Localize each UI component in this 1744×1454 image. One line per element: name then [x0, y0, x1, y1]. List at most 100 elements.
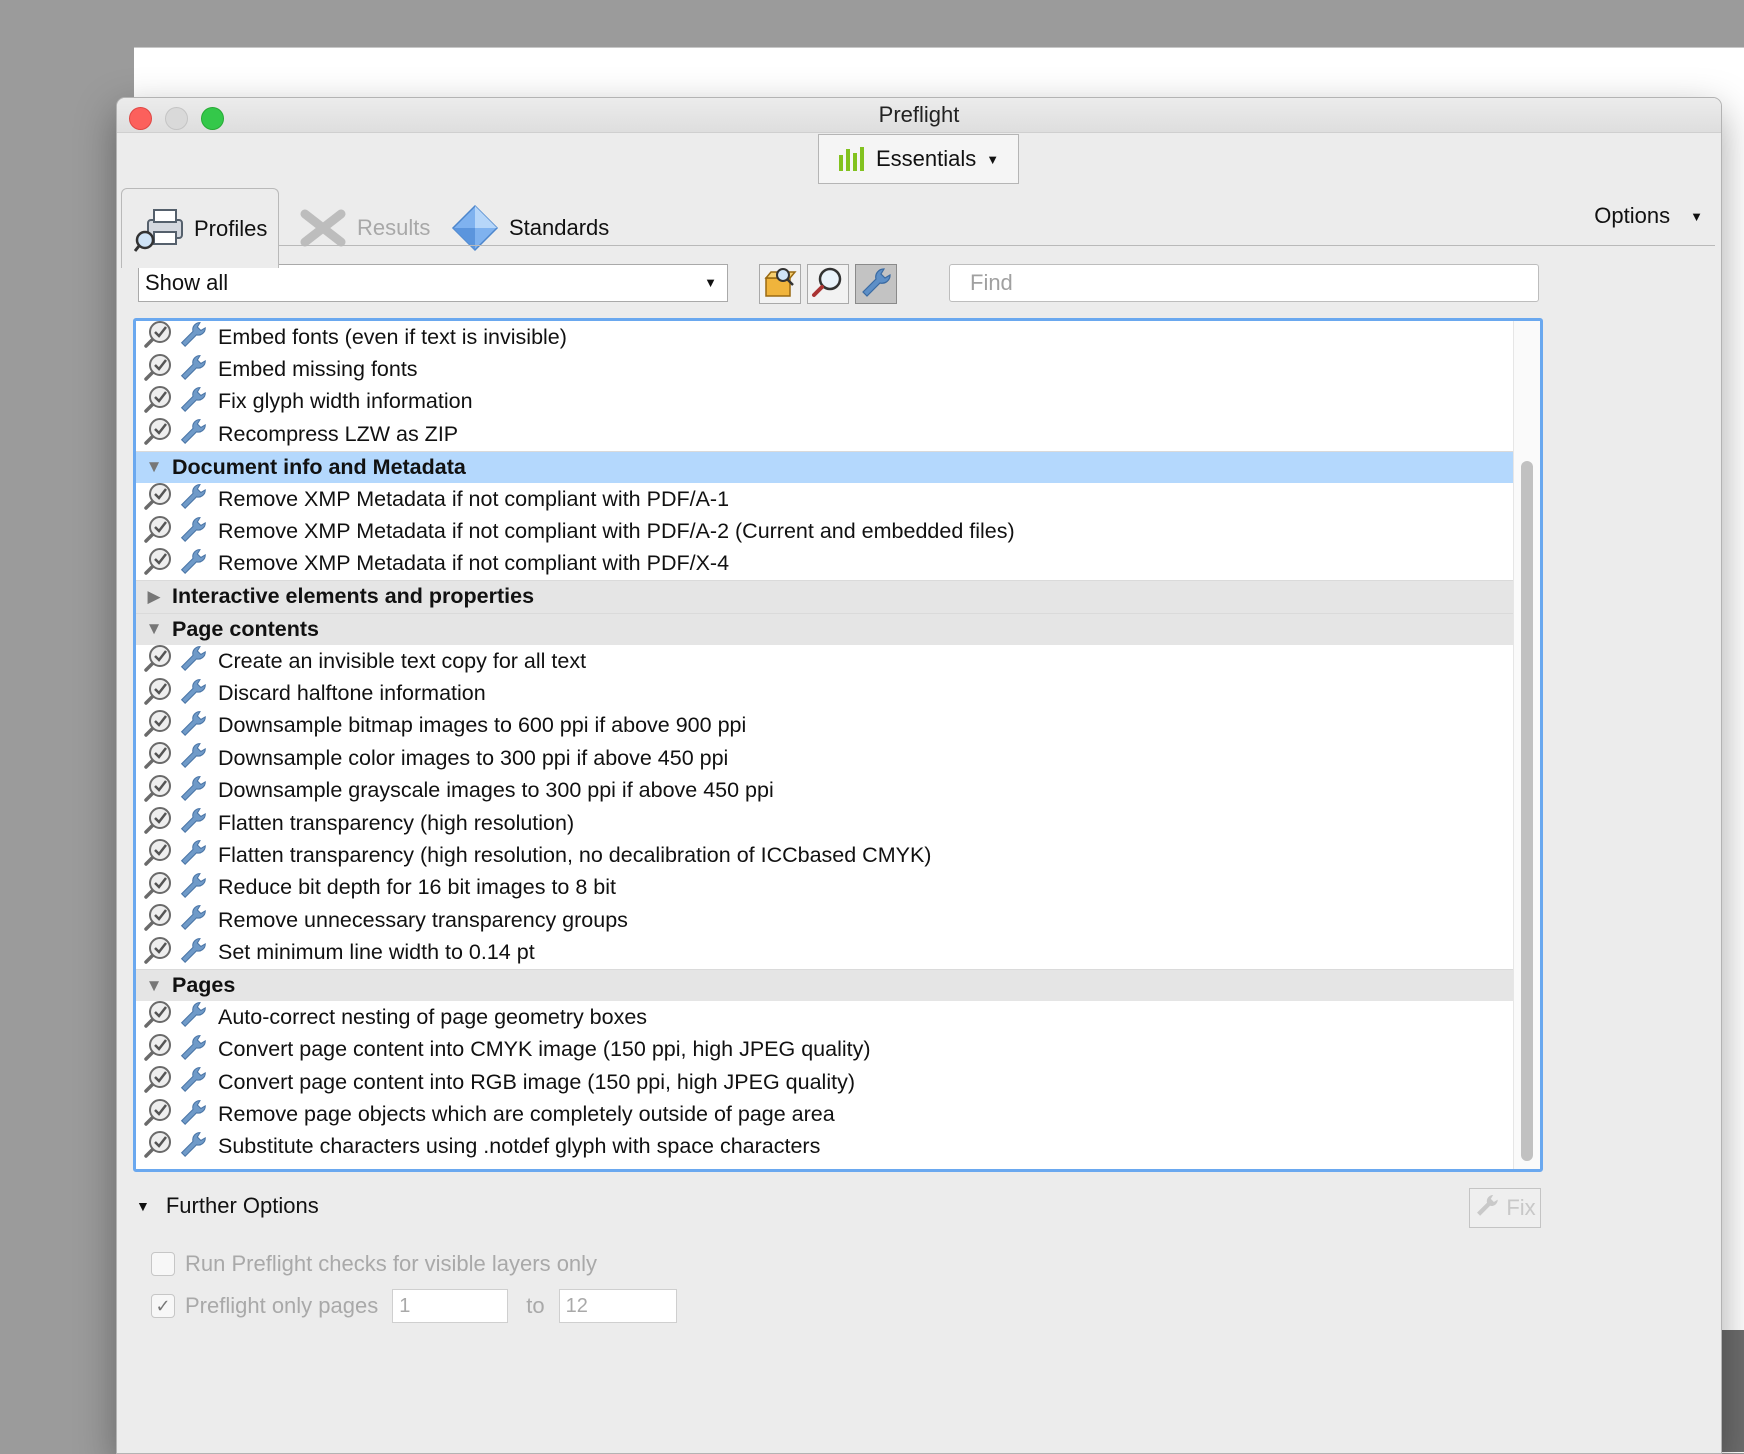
fixup-row[interactable]: Recompress LZW as ZIP	[136, 418, 1514, 450]
fixup-row[interactable]: Embed missing fonts	[136, 353, 1514, 385]
fixup-row[interactable]: Convert page content into CMYK image (15…	[136, 1033, 1514, 1067]
collapsed-triangle-icon[interactable]: ▶	[136, 587, 172, 607]
fixup-row[interactable]: Embed fonts (even if text is invisible)	[136, 321, 1514, 353]
tab-profiles-label: Profiles	[194, 215, 268, 241]
row-icons	[144, 838, 212, 872]
check-magnifier-icon	[144, 871, 174, 905]
check-magnifier-icon	[144, 515, 174, 549]
find-input[interactable]	[949, 264, 1539, 302]
row-label: Convert page content into RGB image (150…	[218, 1069, 855, 1094]
row-label: Document info and Metadata	[172, 454, 466, 479]
group-row[interactable]: ▼ Document info and Metadata	[136, 450, 1514, 483]
check-magnifier-icon	[144, 903, 174, 937]
pages-only-checkbox[interactable]: ✓	[151, 1294, 175, 1318]
fixups-filter-button[interactable]	[855, 264, 897, 304]
visible-layers-label: Run Preflight checks for visible layers …	[185, 1251, 598, 1276]
check-magnifier-icon	[144, 774, 174, 808]
wrench-icon	[178, 321, 208, 354]
row-label: Embed fonts (even if text is invisible)	[218, 324, 567, 349]
fixup-row[interactable]: Fix glyph width information	[136, 385, 1514, 419]
preflight-window: Preflight Essentials ▼ Profiles Results …	[116, 97, 1722, 1454]
list-scrollbar-thumb[interactable]	[1521, 461, 1533, 1161]
fixup-row[interactable]: Downsample grayscale images to 300 ppi i…	[136, 774, 1514, 806]
wrench-icon	[178, 1000, 208, 1034]
row-label: Create an invisible text copy for all te…	[218, 648, 587, 673]
fixup-row[interactable]: Downsample color images to 300 ppi if ab…	[136, 742, 1514, 774]
wrench-icon	[178, 417, 208, 451]
row-icons	[144, 1000, 212, 1034]
wrench-icon	[178, 936, 208, 970]
caret-down-icon: ▼	[704, 275, 717, 290]
title-bar[interactable]: Preflight	[117, 98, 1721, 133]
fixup-row[interactable]: Remove page objects which are completely…	[136, 1098, 1514, 1130]
profile-filter-button[interactable]	[759, 264, 801, 304]
row-label: Remove XMP Metadata if not compliant wit…	[218, 519, 1015, 544]
row-icons	[144, 1033, 212, 1067]
row-label: Remove page objects which are completely…	[218, 1102, 835, 1127]
filter-select[interactable]: Show all ▼	[138, 264, 728, 302]
row-icons	[144, 417, 212, 451]
fixup-row[interactable]: Substitute characters using .notdef glyp…	[136, 1130, 1514, 1164]
check-magnifier-icon	[144, 838, 174, 872]
check-magnifier-icon	[144, 1000, 174, 1034]
check-magnifier-icon	[144, 1098, 174, 1132]
check-magnifier-icon	[144, 385, 174, 419]
row-label: Auto-correct nesting of page geometry bo…	[218, 1004, 648, 1029]
wrench-icon	[178, 1065, 208, 1099]
wrench-icon	[178, 871, 208, 905]
wrench-icon	[178, 353, 208, 387]
fixup-list[interactable]: Embed fonts (even if text is invisible) E…	[133, 318, 1543, 1172]
fixup-row[interactable]: Flatten transparency (high resolution)	[136, 807, 1514, 839]
options-menu[interactable]: Options ▼	[1594, 198, 1703, 234]
check-magnifier-icon	[144, 1130, 174, 1164]
tab-profiles[interactable]: Profiles	[121, 188, 279, 268]
fixup-row[interactable]: Convert page content into RGB image (150…	[136, 1066, 1514, 1098]
group-row[interactable]: ▶ Interactive elements and properties	[136, 580, 1514, 613]
check-magnifier-icon	[144, 482, 174, 516]
fixup-list-rows: Embed fonts (even if text is invisible) E…	[136, 321, 1514, 1163]
expanded-triangle-icon[interactable]: ▼	[136, 457, 172, 477]
fixup-row[interactable]: Create an invisible text copy for all te…	[136, 645, 1514, 677]
row-label: Remove XMP Metadata if not compliant wit…	[218, 551, 730, 576]
row-label: Flatten transparency (high resolution, n…	[218, 842, 932, 867]
check-magnifier-icon	[144, 644, 174, 678]
fixup-row[interactable]: Remove XMP Metadata if not compliant wit…	[136, 483, 1514, 515]
fixup-row[interactable]: Auto-correct nesting of page geometry bo…	[136, 1001, 1514, 1033]
row-label: Pages	[172, 973, 236, 997]
fixup-row[interactable]: Flatten transparency (high resolution, n…	[136, 839, 1514, 871]
fixup-row[interactable]: Remove unnecessary transparency groups	[136, 904, 1514, 936]
expanded-triangle-icon[interactable]: ▼	[136, 619, 172, 639]
visible-layers-option: Run Preflight checks for visible layers …	[151, 1246, 597, 1282]
fixup-row[interactable]: Discard halftone information	[136, 677, 1514, 709]
fixup-row[interactable]: Remove XMP Metadata if not compliant wit…	[136, 515, 1514, 547]
fixup-row[interactable]: Reduce bit depth for 16 bit images to 8 …	[136, 871, 1514, 905]
group-row[interactable]: ▼ Page contents	[136, 612, 1514, 645]
wrench-icon	[178, 547, 208, 581]
tab-results-label: Results	[357, 215, 431, 240]
check-magnifier-icon	[144, 1033, 174, 1067]
row-icons	[144, 385, 212, 419]
wrench-icon	[178, 677, 208, 711]
checks-filter-button[interactable]	[807, 264, 849, 304]
page-from-input[interactable]: 1	[392, 1289, 509, 1323]
bars-icon	[839, 147, 865, 171]
fixup-row[interactable]: Set minimum line width to 0.14 pt	[136, 936, 1514, 968]
fix-button[interactable]: Fix	[1469, 1188, 1541, 1228]
printer-magnifier-icon	[134, 203, 186, 255]
fixup-row[interactable]: Remove XMP Metadata if not compliant wit…	[136, 547, 1514, 581]
further-options-label: Further Options	[165, 1193, 319, 1218]
page-to-input[interactable]: 12	[558, 1289, 677, 1323]
group-row[interactable]: ▼ Pages	[136, 968, 1514, 1002]
row-icons	[144, 547, 212, 581]
check-magnifier-icon	[811, 266, 845, 303]
wrench-icon	[1474, 1192, 1500, 1224]
row-icons	[144, 644, 212, 678]
row-icons	[144, 1130, 212, 1164]
list-scrollbar[interactable]	[1513, 321, 1540, 1169]
expanded-triangle-icon[interactable]: ▼	[136, 976, 172, 996]
tab-standards-label: Standards	[509, 215, 610, 240]
workspace-dropdown[interactable]: Essentials ▼	[818, 134, 1019, 184]
visible-layers-checkbox[interactable]	[151, 1252, 175, 1276]
fixup-row[interactable]: Downsample bitmap images to 600 ppi if a…	[136, 709, 1514, 742]
further-options-toggle[interactable]: ▼ Further Options	[136, 1188, 319, 1224]
